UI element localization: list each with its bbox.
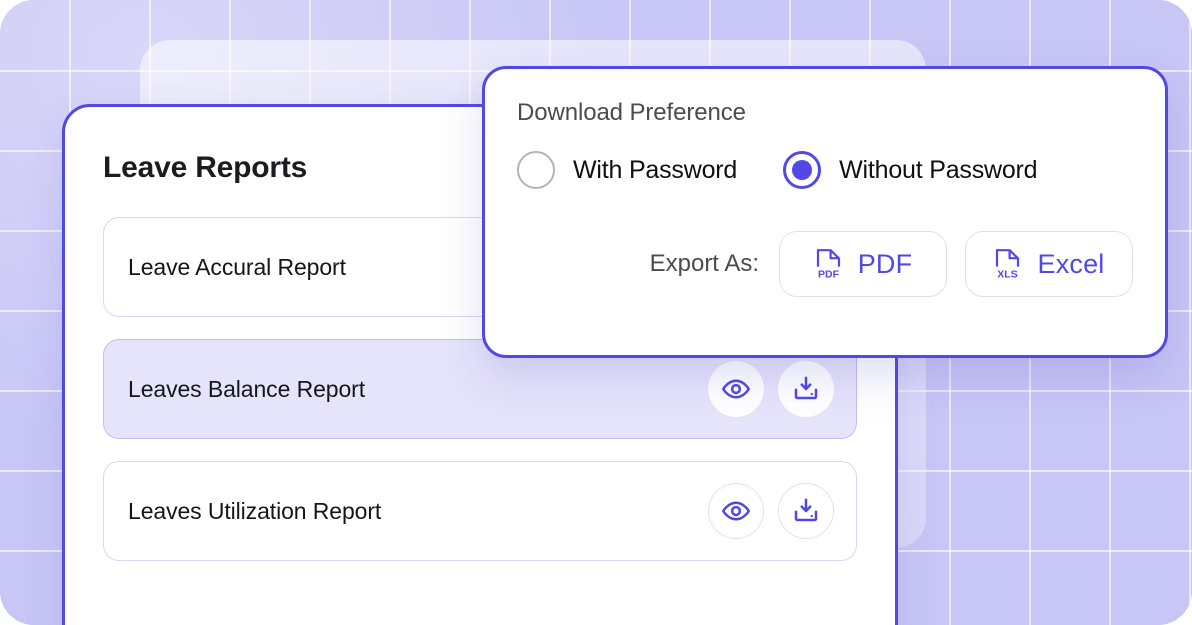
radio-label: Without Password [839, 155, 1038, 184]
export-excel-button[interactable]: XLS Excel [965, 231, 1133, 297]
radio-label: With Password [573, 155, 738, 184]
eye-icon [722, 379, 750, 399]
xls-file-icon: XLS [996, 249, 1020, 280]
download-preference-radio-group: With Password Without Password [517, 151, 1133, 189]
radio-checked-icon[interactable] [783, 151, 822, 189]
xls-icon-text: XLS [998, 269, 1018, 280]
export-as-row: Export As: PDF PDF XLS Excel [517, 231, 1133, 297]
view-report-button[interactable] [708, 361, 764, 417]
export-pdf-button[interactable]: PDF PDF [779, 231, 947, 297]
row-actions [708, 361, 834, 417]
download-icon [794, 376, 818, 400]
radio-option-without-password[interactable]: Without Password [783, 151, 1038, 189]
row-actions [708, 483, 834, 539]
download-report-button[interactable] [778, 483, 834, 539]
screen: Leave Reports Leave Accural Report Leave… [0, 0, 1192, 625]
table-row[interactable]: Leaves Utilization Report [103, 461, 857, 561]
export-pdf-label: PDF [857, 248, 913, 279]
radio-option-with-password[interactable]: With Password [517, 151, 737, 189]
view-report-button[interactable] [708, 483, 764, 539]
modal-title: Download Preference [517, 99, 746, 126]
export-as-label: Export As: [649, 250, 759, 277]
download-icon [794, 498, 818, 522]
radio-unchecked-icon[interactable] [517, 151, 555, 189]
report-name: Leaves Balance Report [128, 375, 365, 402]
pdf-file-icon: PDF [816, 249, 840, 280]
download-preference-modal: Download Preference With Password Withou… [482, 66, 1168, 358]
report-name: Leaves Utilization Report [128, 497, 382, 524]
pdf-icon-text: PDF [818, 269, 840, 280]
export-excel-label: Excel [1037, 248, 1105, 279]
download-report-button[interactable] [778, 361, 834, 417]
eye-icon [722, 501, 750, 521]
